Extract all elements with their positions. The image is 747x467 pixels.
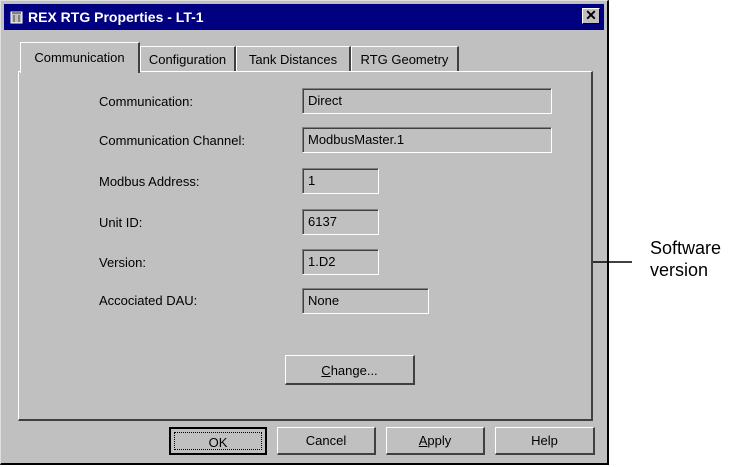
version-value: 1.D2 xyxy=(308,254,336,269)
change-label-rest: hange... xyxy=(330,363,378,378)
modbus-address-field: 1 xyxy=(302,168,379,194)
modbus-address-value: 1 xyxy=(308,173,316,188)
modbus-address-label: Modbus Address: xyxy=(99,174,200,189)
tab-panel: Communication: Direct Communication Chan… xyxy=(18,71,593,421)
communication-value: Direct xyxy=(308,93,342,108)
change-button[interactable]: Change... xyxy=(285,355,415,385)
channel-field: ModbusMaster.1 xyxy=(302,127,552,153)
tab-communication-label: Communication xyxy=(34,50,125,65)
unit-id-value: 6137 xyxy=(308,214,337,229)
associated-dau-value: None xyxy=(308,293,340,308)
channel-label: Communication Channel: xyxy=(99,133,245,148)
annotation-label: Software version xyxy=(650,237,721,281)
annotation-line-2: version xyxy=(650,260,709,280)
associated-dau-field: None xyxy=(302,288,429,314)
change-mnemonic: C xyxy=(321,363,331,378)
version-field: 1.D2 xyxy=(302,249,379,275)
unit-id-field: 6137 xyxy=(302,209,379,235)
communication-field: Direct xyxy=(302,88,552,114)
communication-label: Communication: xyxy=(99,94,193,109)
associated-dau-label: Accociated DAU: xyxy=(99,293,198,308)
channel-value: ModbusMaster.1 xyxy=(308,132,405,147)
version-label: Version: xyxy=(99,255,146,270)
annotation-line-1: Software xyxy=(650,238,722,258)
tab-communication[interactable]: Communication xyxy=(20,42,140,73)
unit-id-label: Unit ID: xyxy=(99,215,143,230)
